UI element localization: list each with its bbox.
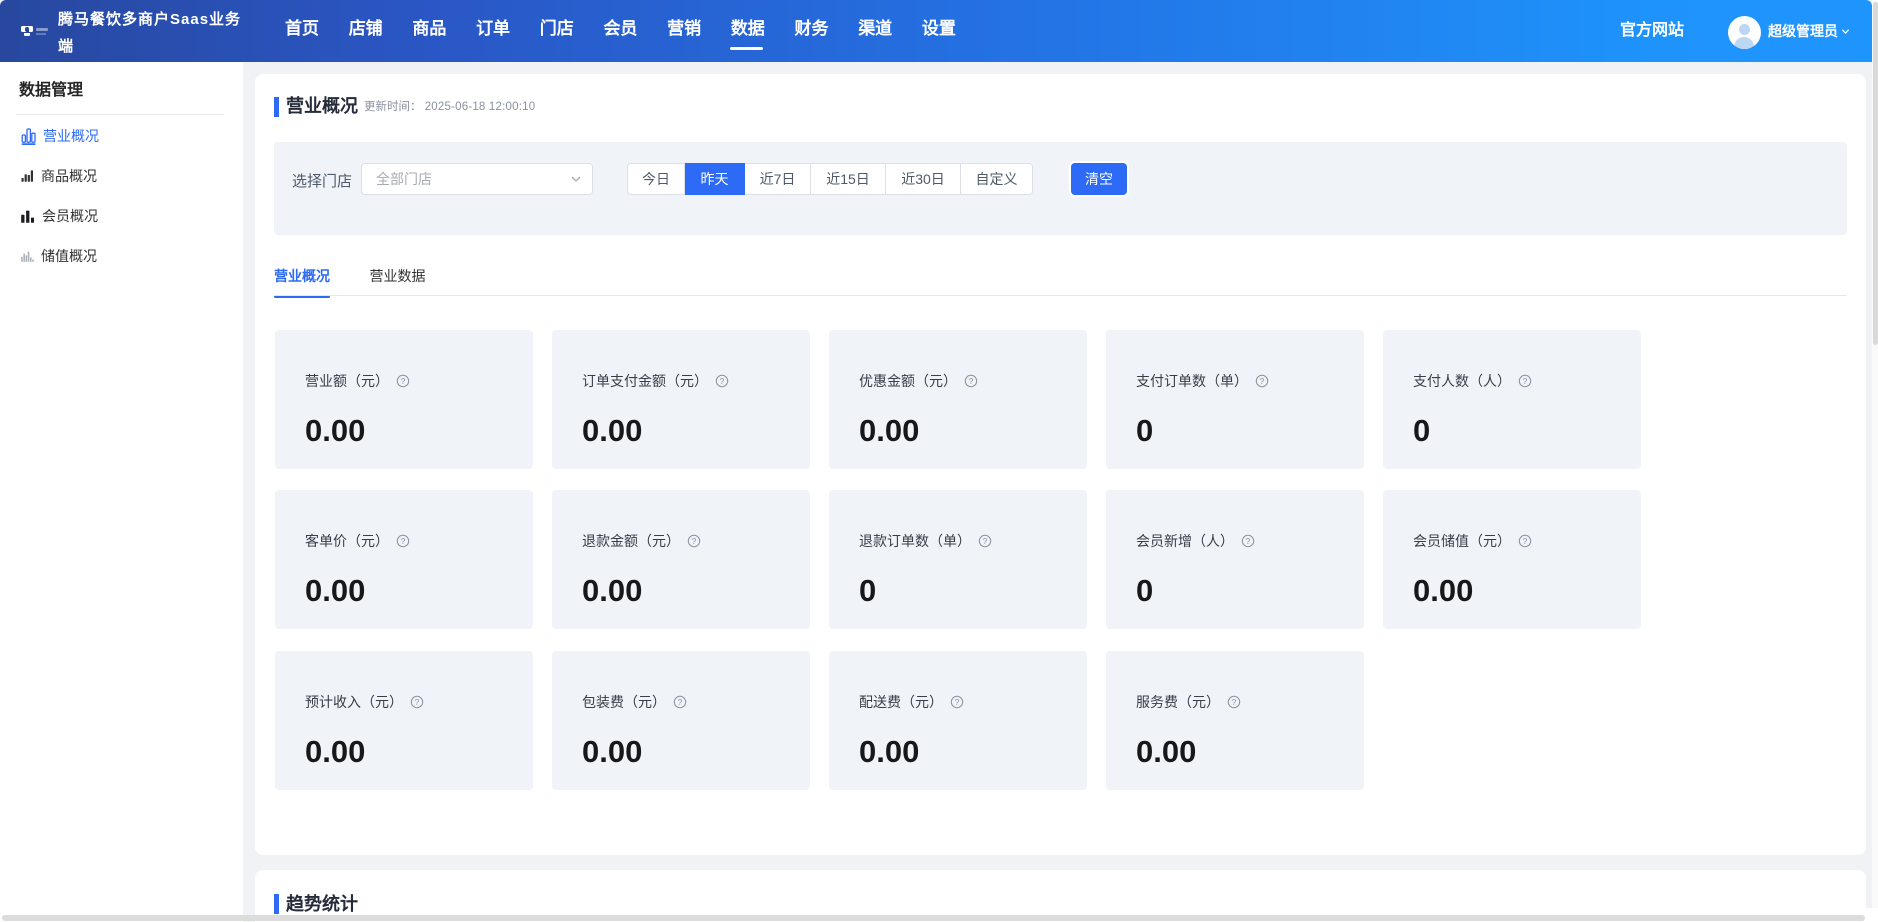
svg-text:?: ? — [401, 375, 406, 385]
svg-text:?: ? — [415, 696, 420, 706]
svg-text:?: ? — [983, 535, 988, 545]
svg-text:?: ? — [1232, 696, 1237, 706]
svg-text:?: ? — [1260, 375, 1265, 385]
svg-text:?: ? — [401, 535, 406, 545]
svg-text:?: ? — [1523, 535, 1528, 545]
svg-text:?: ? — [692, 535, 697, 545]
svg-text:?: ? — [720, 375, 725, 385]
svg-text:?: ? — [955, 696, 960, 706]
svg-text:?: ? — [969, 375, 974, 385]
svg-text:?: ? — [1523, 375, 1528, 385]
svg-text:?: ? — [678, 696, 683, 706]
svg-text:?: ? — [1246, 535, 1251, 545]
